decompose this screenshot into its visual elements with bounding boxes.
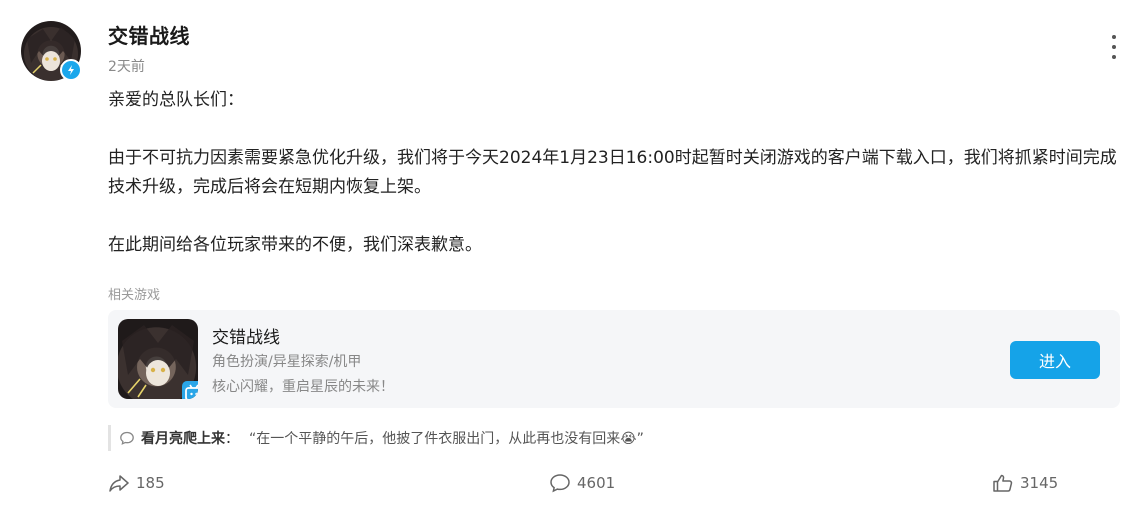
game-title[interactable]: 交错战线 [212, 323, 280, 348]
comment-text: “在一个平静的午后，他披了件衣服出门，从此再也没有回来😭” [249, 431, 644, 447]
share-count: 185 [136, 474, 165, 492]
like-count: 3145 [1020, 474, 1059, 492]
comment-icon [550, 474, 570, 493]
comment-bubble-icon [120, 431, 134, 445]
content-paragraph: 在此期间给各位玩家带来的不便，我们深表歉意。 [108, 235, 482, 255]
bilibili-icon [182, 381, 198, 399]
post-content: 亲爱的总队长们： 由于不可抗力因素需要紧急优化升级，我们将于今天2024年1月2… [108, 86, 1118, 260]
comment-count: 4601 [577, 474, 616, 492]
post-time: 2天前 [108, 59, 145, 75]
game-slogan: 核心闪耀，重启星辰的未来！ [212, 379, 394, 395]
content-paragraph: 由于不可抗力因素需要紧急优化升级，我们将于今天2024年1月23日16:00时起… [108, 148, 1117, 197]
comment-separator: ： [225, 431, 239, 447]
verified-icon [60, 59, 82, 81]
more-icon[interactable] [1104, 33, 1124, 61]
like-button[interactable]: 3145 [992, 472, 1058, 494]
hot-comment[interactable]: 看月亮爬上来 ： “在一个平静的午后，他披了件衣服出门，从此再也没有回来😭” [108, 425, 644, 451]
post-card: 交错战线 2天前 亲爱的总队长们： 由于不可抗力因素需要紧急优化升级，我们将于今… [0, 0, 1140, 507]
comment-user[interactable]: 看月亮爬上来 [141, 428, 225, 448]
game-icon[interactable] [118, 319, 198, 399]
related-games-label: 相关游戏 [108, 288, 161, 303]
share-button[interactable]: 185 [108, 472, 165, 494]
game-tags: 角色扮演/异星探索/机甲 [212, 354, 362, 370]
thumbs-up-icon [993, 474, 1013, 492]
comment-button[interactable]: 4601 [549, 472, 615, 494]
related-game-card[interactable]: 交错战线 角色扮演/异星探索/机甲 核心闪耀，重启星辰的未来！ 进入 [108, 310, 1120, 408]
content-greeting: 亲爱的总队长们： [108, 90, 244, 110]
enter-game-button[interactable]: 进入 [1010, 341, 1100, 379]
share-icon [109, 475, 129, 492]
author-name[interactable]: 交错战线 [108, 20, 190, 49]
